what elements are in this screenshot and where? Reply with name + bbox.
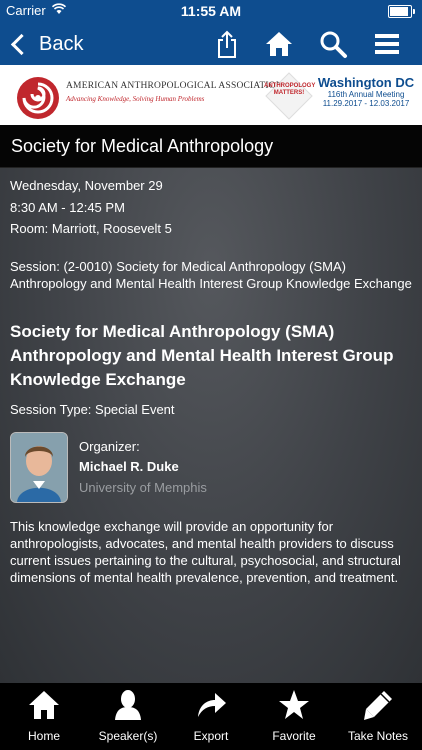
session-date: Wednesday, November 29: [10, 178, 163, 193]
export-arrow-icon: [198, 693, 226, 717]
battery-icon: [388, 5, 415, 18]
status-bar: Carrier 11:55 AM: [0, 0, 422, 22]
share-icon[interactable]: [212, 29, 242, 59]
tab-label: Home: [27, 729, 60, 743]
tab-label: Export: [193, 729, 229, 743]
meeting-name: 116th Annual Meeting: [327, 90, 405, 99]
tab-favorite[interactable]: Favorite: [252, 683, 336, 750]
tab-label: Favorite: [272, 729, 316, 743]
conference-banner: AMERICAN ANTHROPOLOGICAL ASSOCIATION Adv…: [0, 65, 422, 125]
person-icon: [115, 690, 141, 720]
session-type: Session Type: Special Event: [10, 402, 175, 417]
session-time: 8:30 AM - 12:45 PM: [10, 200, 125, 215]
back-button[interactable]: Back: [10, 29, 83, 59]
meeting-dates: 11.29.2017 - 12.03.2017: [322, 99, 410, 108]
clock: 11:55 AM: [180, 3, 242, 19]
organizer-avatar[interactable]: [10, 432, 68, 503]
session-details: Wednesday, November 29 8:30 AM - 12:45 P…: [0, 168, 422, 683]
organizer-name[interactable]: Michael R. Duke: [79, 459, 179, 474]
tab-speakers[interactable]: Speaker(s): [86, 683, 170, 750]
home-icon: [29, 691, 59, 719]
pencil-icon: [364, 691, 392, 720]
page-title: Society for Medical Anthropology: [11, 136, 274, 156]
meeting-info: Washington DC 116th Annual Meeting 11.29…: [316, 75, 416, 108]
search-icon[interactable]: [318, 29, 348, 59]
section-header: Society for Medical Anthropology: [0, 125, 422, 168]
tab-export[interactable]: Export: [169, 683, 253, 750]
tab-bar: Home Speaker(s) Export Favorite Take Not…: [0, 683, 422, 750]
organizer-label: Organizer:: [79, 439, 140, 454]
anthropology-matters-badge: ANTHROPOLOGY MATTERS!: [264, 71, 316, 121]
tab-home[interactable]: Home: [2, 683, 86, 750]
menu-icon[interactable]: [372, 29, 402, 59]
tab-label: Speaker(s): [98, 729, 158, 743]
tab-take-notes[interactable]: Take Notes: [336, 683, 420, 750]
back-label: Back: [39, 32, 84, 55]
session-room: Room: Marriott, Roosevelt 5: [10, 221, 172, 236]
home-icon[interactable]: [264, 29, 294, 59]
association-tagline: Advancing Knowledge, Solving Human Probl…: [66, 95, 205, 103]
session-description: This knowledge exchange will provide an …: [10, 519, 401, 585]
meeting-city: Washington DC: [317, 75, 415, 90]
session-code: Session: (2-0010) Society for Medical An…: [10, 259, 412, 291]
star-icon: [279, 690, 309, 719]
chevron-left-icon: [10, 33, 33, 55]
tab-label: Take Notes: [347, 729, 409, 743]
nav-bar: Back: [0, 22, 422, 65]
session-title: Society for Medical Anthropology (SMA) A…: [10, 322, 394, 389]
badge-text: ANTHROPOLOGY MATTERS!: [264, 83, 316, 96]
aaa-logo: [17, 77, 59, 119]
organizer-affiliation: University of Memphis: [79, 480, 207, 495]
association-name: AMERICAN ANTHROPOLOGICAL ASSOCIATION: [66, 81, 283, 91]
